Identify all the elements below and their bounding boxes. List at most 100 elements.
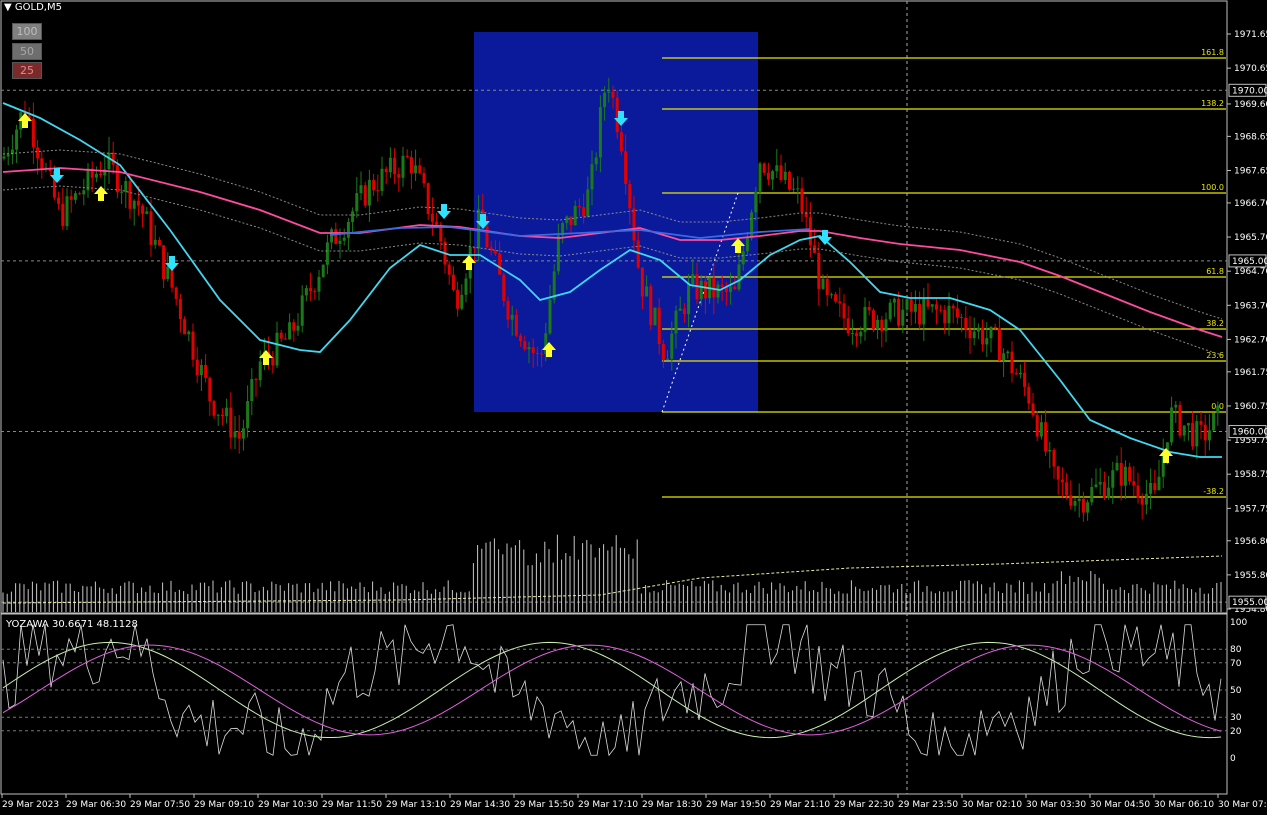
candle-body <box>149 211 153 245</box>
candle-body <box>65 196 69 227</box>
candle-body <box>430 214 434 222</box>
candle-body <box>888 302 892 320</box>
candle-body <box>1115 462 1119 471</box>
candle-body <box>1090 486 1094 503</box>
candle-body <box>346 221 350 238</box>
candle-body <box>997 328 1001 361</box>
candle-body <box>304 288 308 296</box>
candle-body <box>1140 497 1144 505</box>
time-tick-label: 29 Mar 06:30 <box>66 800 126 810</box>
price-tick-label: 1969.60 <box>1234 100 1267 110</box>
price-marker-label: 1970.00 <box>1232 86 1267 96</box>
candle-body <box>939 309 943 311</box>
oscillator-tick-label: 20 <box>1230 727 1242 737</box>
time-tick-label: 29 Mar 17:10 <box>578 800 638 810</box>
price-tick-label: 1961.75 <box>1234 368 1267 378</box>
candle-body <box>867 306 871 311</box>
candle-body <box>418 165 422 174</box>
symbol-text: GOLD,M5 <box>14 2 62 13</box>
candle-body <box>86 168 90 191</box>
candle-body <box>195 359 199 376</box>
chart-canvas[interactable]: 161.8138.2100.061.838.223.60.0-38.2 1008… <box>0 0 1267 815</box>
candle-body <box>918 304 922 325</box>
candle-body <box>741 251 745 265</box>
candle-body <box>166 266 170 279</box>
candle-body <box>825 278 829 295</box>
candle-body <box>2 156 6 159</box>
indicator-value-2: 48.1128 <box>96 619 138 630</box>
candle-body <box>611 91 615 98</box>
candle-body <box>699 280 703 300</box>
candle-body <box>107 152 111 170</box>
candle-body <box>132 200 136 209</box>
candle-body <box>892 298 896 303</box>
candle-body <box>1136 485 1140 498</box>
candle-body <box>842 303 846 319</box>
zoom-25-button[interactable]: 25 <box>12 62 42 79</box>
candle-body <box>111 152 115 165</box>
candle-body <box>519 335 523 342</box>
candle-body <box>800 188 804 213</box>
time-tick-label: 30 Mar 02:10 <box>962 800 1022 810</box>
candle-body <box>204 364 208 378</box>
candle-body <box>897 298 901 326</box>
candle-body <box>124 181 128 192</box>
candle-body <box>1186 423 1190 426</box>
candle-body <box>309 288 313 292</box>
dropdown-triangle-icon[interactable]: ▼ <box>4 2 12 13</box>
candle-body <box>645 286 649 297</box>
indicator-name: YOZAWA <box>6 619 49 630</box>
candle-body <box>313 291 317 293</box>
time-tick-label: 29 Mar 19:50 <box>706 800 766 810</box>
candle-body <box>36 147 40 159</box>
candle-body <box>376 190 380 192</box>
candle-body <box>1132 481 1136 486</box>
candle-body <box>447 264 451 275</box>
candle-body <box>1073 500 1077 506</box>
candle-body <box>1149 483 1153 494</box>
candle-body <box>1014 373 1018 375</box>
candle-body <box>720 284 724 287</box>
candle-body <box>372 179 376 191</box>
candle-body <box>846 318 850 334</box>
candle-body <box>317 276 321 292</box>
candle-body <box>603 92 607 108</box>
candle-body <box>1018 372 1022 375</box>
candle-body <box>624 151 628 185</box>
time-tick-label: 29 Mar 15:50 <box>514 800 574 810</box>
time-tick-label: 29 Mar 13:10 <box>386 800 446 810</box>
candle-body <box>531 347 535 353</box>
candle-body <box>40 158 44 170</box>
candle-body <box>187 331 191 335</box>
candle-body <box>779 165 783 181</box>
indicator-label: YOZAWA 30.6671 48.1128 <box>6 619 138 630</box>
candle-body <box>871 310 875 330</box>
zoom-50-button[interactable]: 50 <box>12 43 42 60</box>
candle-body <box>586 189 590 217</box>
candle-body <box>208 377 212 402</box>
candle-body <box>577 205 581 208</box>
price-tick-label: 1967.65 <box>1234 166 1267 176</box>
candle-body <box>1039 422 1043 437</box>
candle-body <box>678 308 682 311</box>
time-tick-label: 29 Mar 21:10 <box>770 800 830 810</box>
candle-body <box>451 274 455 291</box>
candle-body <box>968 329 972 339</box>
candle-body <box>527 347 531 350</box>
candle-body <box>409 157 413 174</box>
candle-body <box>141 205 145 214</box>
candle-body <box>1191 423 1195 447</box>
candle-body <box>178 298 182 320</box>
candle-body <box>653 307 657 326</box>
price-marker-label: 1960.00 <box>1232 428 1267 438</box>
candle-body <box>628 184 632 209</box>
candle-body <box>548 299 552 334</box>
candle-body <box>397 174 401 178</box>
time-tick-label: 29 Mar 14:30 <box>450 800 510 810</box>
zoom-100-button[interactable]: 100 <box>12 23 42 40</box>
candle-body <box>212 401 216 416</box>
candle-body <box>216 414 220 416</box>
candle-body <box>783 171 787 181</box>
candle-body <box>758 163 762 192</box>
symbol-label[interactable]: ▼ GOLD,M5 <box>4 2 62 13</box>
